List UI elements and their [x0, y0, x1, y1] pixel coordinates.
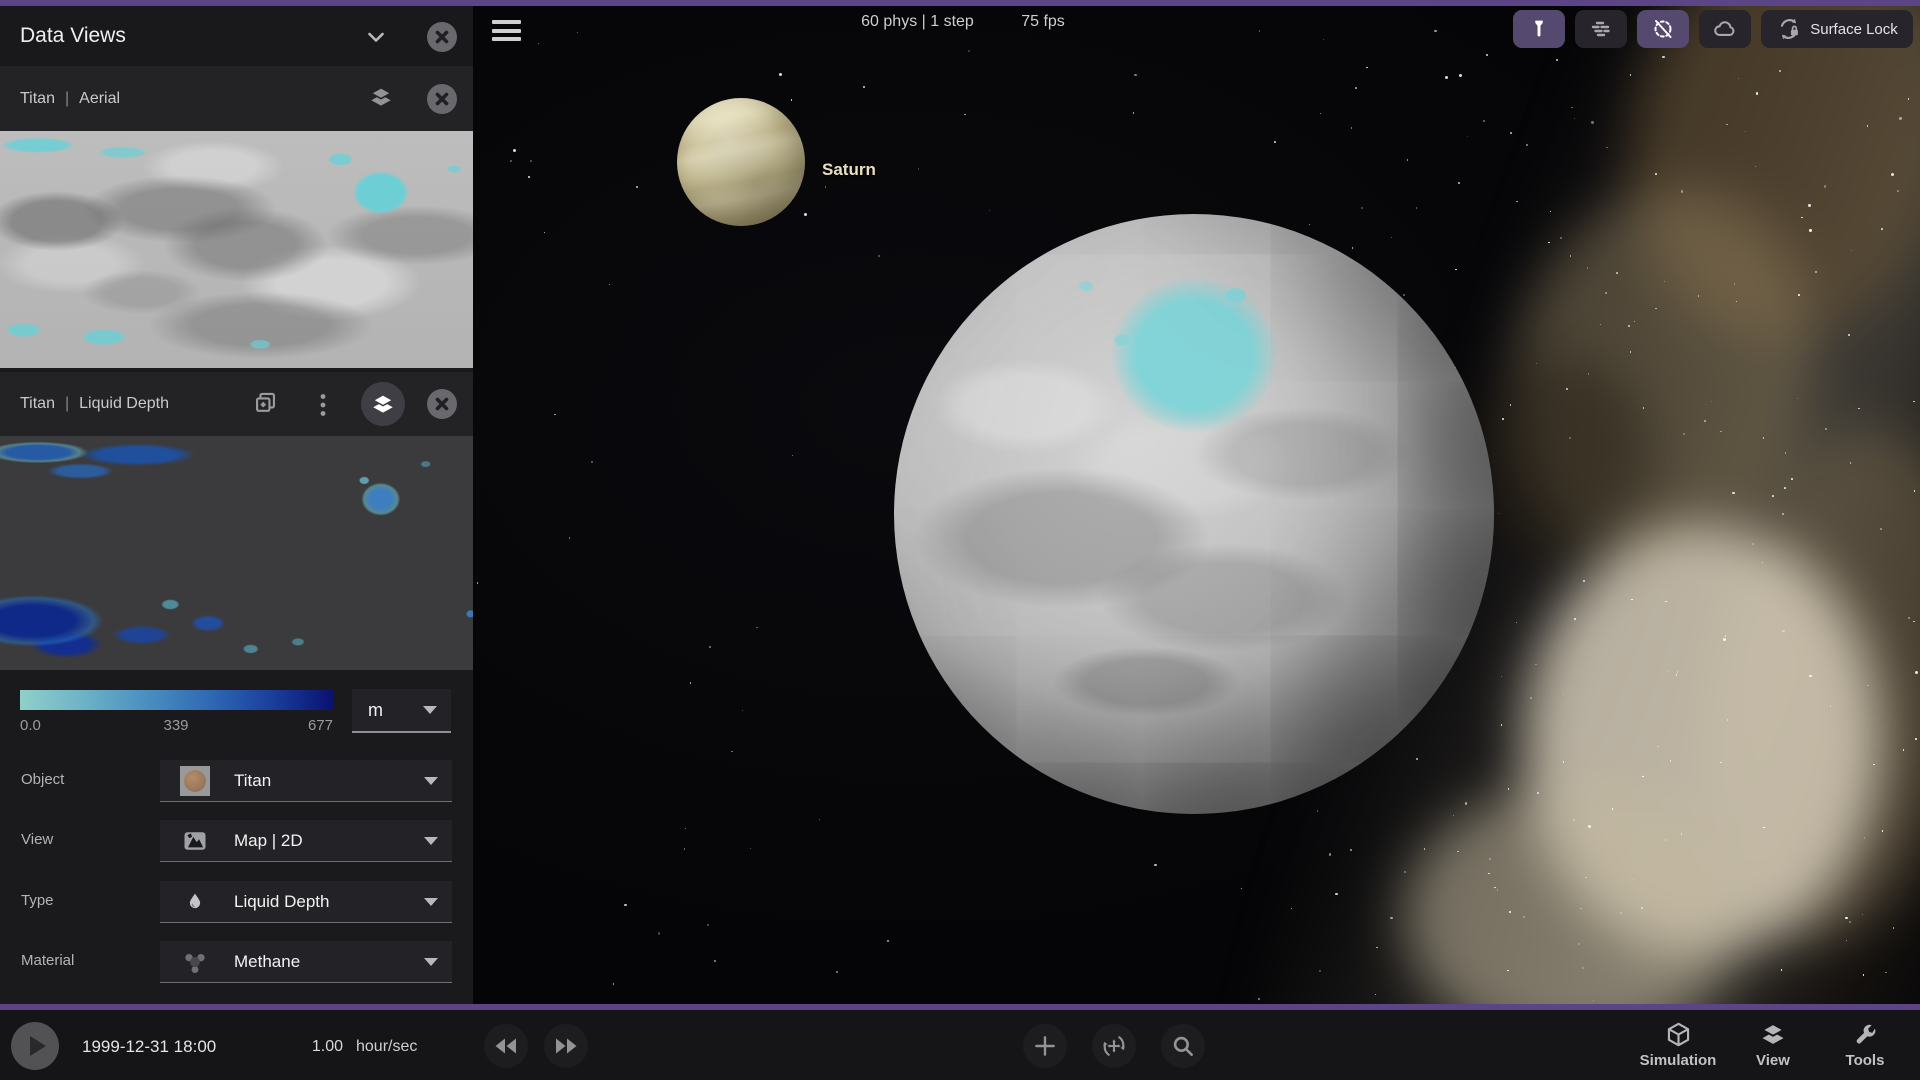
data-views-header: Data Views	[0, 6, 473, 66]
view-type-name: Liquid Depth	[79, 395, 169, 412]
liquid-depth-map-preview[interactable]	[0, 436, 473, 670]
layers-icon	[1728, 1018, 1818, 1048]
view-toggle-toolbar: Surface Lock	[1513, 10, 1913, 48]
map-2d-icon	[180, 826, 210, 856]
object-label: Object	[21, 771, 64, 788]
add-object-button[interactable]	[1023, 1024, 1067, 1068]
clouds-icon	[1712, 16, 1738, 42]
object-dropdown[interactable]: Titan	[160, 760, 452, 802]
view-object-name: Titan	[20, 395, 55, 412]
close-liquid-depth-view-button[interactable]	[427, 389, 457, 419]
layers-active-button[interactable]	[361, 382, 405, 426]
fps-status: 75 fps	[1018, 13, 1068, 31]
simulation-menu-button[interactable]: Simulation	[1633, 1018, 1723, 1069]
data-views-panel: Data Views Titan|Aerial	[0, 6, 473, 1004]
close-aerial-view-button[interactable]	[427, 84, 457, 114]
time-rate-value[interactable]: 1.00	[283, 1038, 343, 1056]
physics-step-status: 60 phys | 1 step	[855, 13, 980, 31]
molecule-icon	[180, 947, 210, 977]
search-button[interactable]	[1161, 1024, 1205, 1068]
view-dropdown[interactable]: Map | 2D	[160, 820, 452, 862]
view-label: View	[21, 831, 53, 848]
type-value: Liquid Depth	[234, 892, 424, 912]
colormap-max-label: 677	[233, 717, 333, 734]
layers-icon[interactable]	[368, 84, 394, 110]
trails-off-button[interactable]	[1637, 10, 1689, 48]
panel-title: Data Views	[20, 24, 473, 48]
titan-planet[interactable]	[894, 214, 1494, 814]
colormap-mid-label: 339	[116, 717, 236, 734]
object-value: Titan	[234, 771, 424, 791]
chevron-down-icon	[424, 898, 438, 906]
view-value: Map | 2D	[234, 831, 424, 851]
unit-value: m	[368, 700, 423, 721]
chevron-down-icon	[424, 958, 438, 966]
wrench-icon	[1820, 1018, 1910, 1048]
titan-thumbnail-icon	[180, 766, 210, 796]
rewind-icon	[494, 1037, 518, 1055]
tools-menu-button[interactable]: Tools	[1820, 1018, 1910, 1069]
surface-lock-icon	[1776, 16, 1802, 42]
motion-dashes-button[interactable]	[1575, 10, 1627, 48]
fast-forward-icon	[554, 1037, 578, 1055]
time-rate-unit[interactable]: hour/sec	[356, 1038, 417, 1056]
trails-off-icon	[1651, 17, 1675, 41]
motion-dashes-icon	[1589, 17, 1613, 41]
view-menu-button[interactable]: View	[1728, 1018, 1818, 1069]
menu-hamburger-icon[interactable]	[492, 20, 522, 46]
aerial-view-header[interactable]: Titan|Aerial	[0, 66, 473, 131]
cube-icon	[1633, 1018, 1723, 1048]
auto-orbit-button[interactable]	[1092, 1024, 1136, 1068]
collapse-chevron-icon[interactable]	[364, 25, 388, 49]
flashlight-button[interactable]	[1513, 10, 1565, 48]
close-panel-button[interactable]	[427, 22, 457, 52]
search-icon	[1170, 1033, 1196, 1059]
orbit-camera-icon	[1100, 1032, 1128, 1060]
colormap-gradient-bar	[20, 690, 333, 710]
simulation-datetime[interactable]: 1999-12-31 18:00	[82, 1037, 216, 1057]
surface-lock-label: Surface Lock	[1810, 21, 1898, 38]
view-object-name: Titan	[20, 90, 55, 107]
slow-down-button[interactable]	[484, 1024, 528, 1068]
duplicate-view-icon[interactable]	[252, 390, 279, 417]
chevron-down-icon	[424, 777, 438, 785]
view-options-kebab-icon[interactable]	[314, 392, 332, 418]
colormap-min-label: 0.0	[20, 717, 41, 734]
app-window: Saturn 60 phys | 1 step 75 fps	[0, 0, 1920, 1080]
type-dropdown[interactable]: Liquid Depth	[160, 881, 452, 923]
material-value: Methane	[234, 952, 424, 972]
play-button[interactable]	[11, 1022, 59, 1070]
unit-dropdown[interactable]: m	[352, 689, 451, 733]
flashlight-icon	[1528, 18, 1550, 40]
chevron-down-icon	[423, 706, 437, 714]
material-dropdown[interactable]: Methane	[160, 941, 452, 983]
surface-lock-button[interactable]: Surface Lock	[1761, 10, 1913, 48]
material-label: Material	[21, 952, 74, 969]
droplet-icon	[180, 887, 210, 917]
chevron-down-icon	[424, 837, 438, 845]
space-viewport[interactable]: Saturn	[473, 6, 1920, 1004]
speed-up-button[interactable]	[544, 1024, 588, 1068]
clouds-button[interactable]	[1699, 10, 1751, 48]
plus-icon	[1032, 1033, 1058, 1059]
saturn-label[interactable]: Saturn	[822, 160, 876, 180]
aerial-map-preview[interactable]	[0, 131, 473, 368]
play-icon	[30, 1036, 46, 1056]
view-type-name: Aerial	[79, 90, 120, 107]
type-label: Type	[21, 892, 54, 909]
